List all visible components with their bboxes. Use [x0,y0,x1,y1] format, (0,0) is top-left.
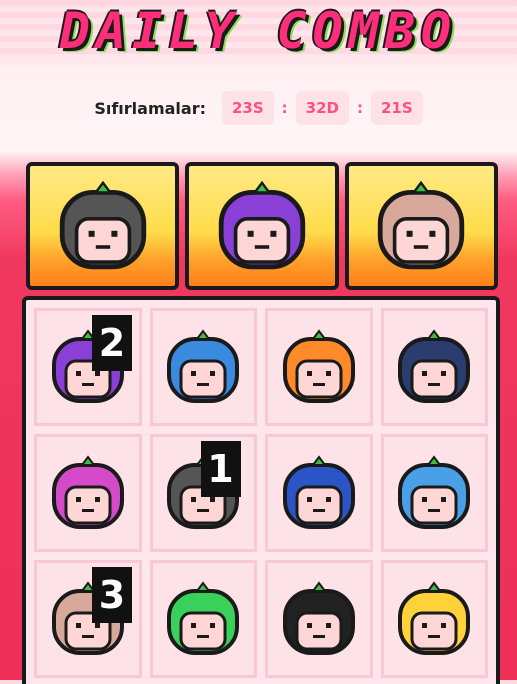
orange-char-icon [279,327,359,407]
reset-timer: Sıfırlamalar: 23S : 32D : 21S [0,90,517,126]
grid-cell[interactable] [265,560,373,678]
combo-slot[interactable] [344,162,498,290]
timer-seconds: 21S [371,91,423,125]
grid-cell[interactable] [265,308,373,426]
pink-sad-char-icon [48,453,128,533]
bomb-char-icon [394,327,474,407]
character-grid: 2 1 3 [22,296,500,684]
grid-cell[interactable]: 2 [34,308,142,426]
angry-purple-char-icon [214,178,310,274]
grid-cell[interactable]: 3 [34,560,142,678]
timer-hours: 23S [221,91,274,125]
grid-cell[interactable] [149,560,257,678]
grid-cell[interactable] [34,434,142,552]
grid-cell[interactable] [265,434,373,552]
crying-gray-char-icon [55,178,151,274]
robot-helmet-char-icon [279,453,359,533]
combo-slots [26,162,498,290]
sleepy-blue-char-icon [394,453,474,533]
grid-cell[interactable] [380,434,488,552]
blushing-cat-char-icon [373,178,469,274]
green-char-icon [163,579,243,659]
timer-separator: : [357,99,363,117]
panda-char-icon [279,579,359,659]
order-badge: 1 [200,441,241,497]
page-title: DAILY COMBO [59,2,458,60]
combo-slot[interactable] [26,162,180,290]
combo-slot[interactable] [185,162,339,290]
grid-cell[interactable] [149,308,257,426]
heart-eyes-blonde-char-icon [394,579,474,659]
order-badge: 2 [92,315,132,371]
timer-separator: : [281,99,288,117]
order-badge: 3 [92,567,132,623]
grid-cell[interactable] [380,560,488,678]
grid-cell[interactable]: 1 [149,434,257,552]
grid-cell[interactable] [380,308,488,426]
robot-cat-char-icon [163,327,243,407]
timer-minutes: 32D [295,91,349,125]
reset-label: Sıfırlamalar: [94,98,206,118]
